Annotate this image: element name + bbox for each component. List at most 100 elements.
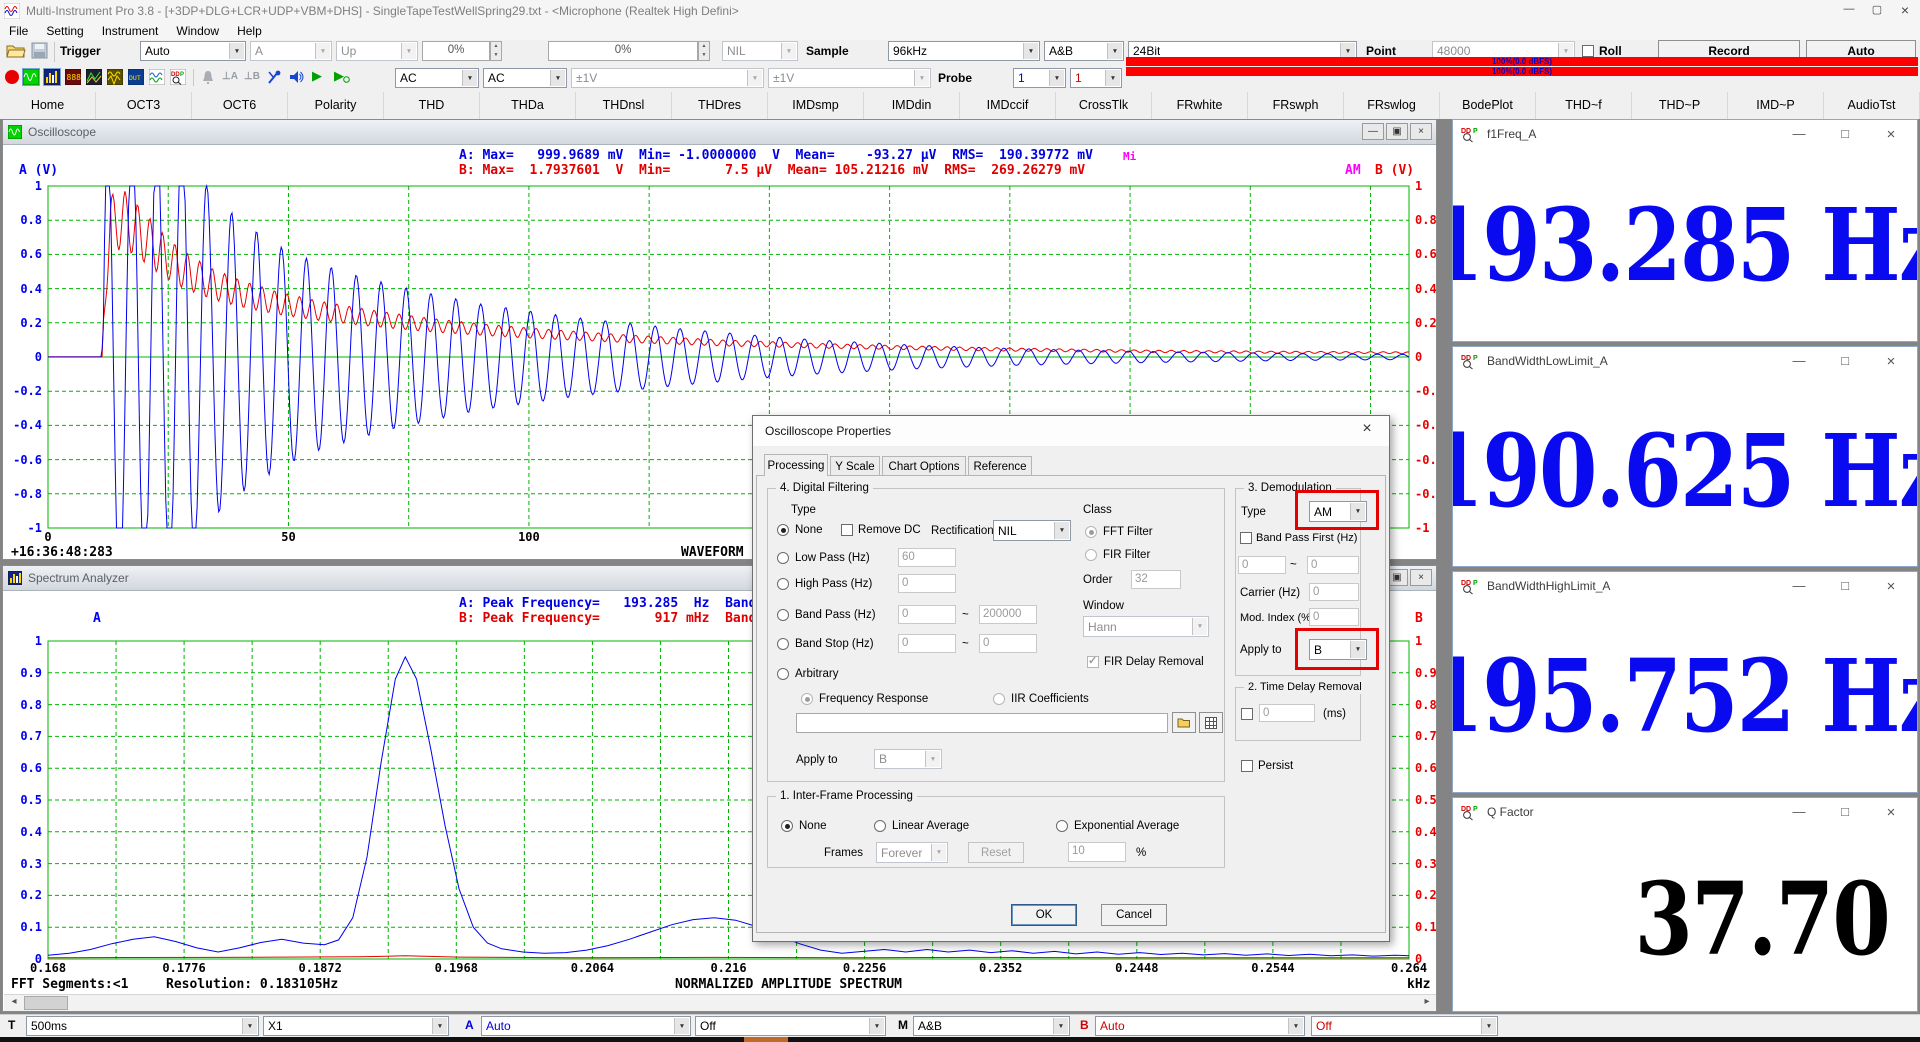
tab-frswph[interactable]: FRswph bbox=[1248, 92, 1344, 119]
tab-imd~p[interactable]: IMD~P bbox=[1728, 92, 1824, 119]
sample-channels-combo[interactable]: A&B bbox=[1044, 41, 1124, 61]
tab-imdccif[interactable]: IMDccif bbox=[960, 92, 1056, 119]
tab-oct6[interactable]: OCT6 bbox=[192, 92, 288, 119]
maximize-icon[interactable]: ▢ bbox=[1864, 3, 1890, 16]
spectrum-3d-icon[interactable] bbox=[86, 69, 102, 85]
ddp-panel-titlebar[interactable]: DDPBandWidthLowLimit_A—□× bbox=[1453, 347, 1917, 375]
df-none-radio[interactable] bbox=[777, 524, 789, 536]
panel-minimize-icon[interactable]: — bbox=[1789, 353, 1809, 368]
if-exponential-radio[interactable] bbox=[1056, 820, 1068, 832]
df-band-stop-to-field[interactable]: 0 bbox=[979, 634, 1037, 653]
menu-item-window[interactable]: Window bbox=[167, 22, 228, 40]
panel-close-icon[interactable]: × bbox=[1881, 126, 1901, 143]
panel-minimize-icon[interactable]: — bbox=[1789, 804, 1809, 819]
tab-frwhite[interactable]: FRwhite bbox=[1152, 92, 1248, 119]
coupling-b-combo[interactable]: AC bbox=[483, 68, 567, 88]
coupling-a-combo[interactable]: AC bbox=[395, 68, 479, 88]
calibration-icon[interactable] bbox=[266, 69, 282, 85]
measure-channels-combo[interactable]: A&B bbox=[913, 1016, 1070, 1036]
scroll-left-icon[interactable]: ◂ bbox=[6, 996, 22, 1011]
tab-thd~p[interactable]: THD~P bbox=[1632, 92, 1728, 119]
timebase-combo[interactable]: 500ms bbox=[26, 1016, 259, 1036]
derived-dp-icon[interactable] bbox=[149, 69, 165, 85]
channel-b-processing-combo[interactable]: Off bbox=[1311, 1016, 1498, 1036]
panel-maximize-icon[interactable]: □ bbox=[1835, 353, 1855, 368]
time-delay-checkbox[interactable] bbox=[1241, 708, 1253, 720]
speaker-icon[interactable] bbox=[288, 69, 304, 85]
df-band-pass-to-field[interactable]: 200000 bbox=[979, 605, 1037, 624]
df-rectification-combo[interactable]: NIL bbox=[993, 520, 1071, 541]
menu-item-file[interactable]: File bbox=[0, 22, 37, 40]
panel-maximize-icon[interactable]: □ bbox=[1835, 578, 1855, 593]
if-frames-combo[interactable]: Forever bbox=[876, 842, 948, 863]
dialog-tab-processing[interactable]: Processing bbox=[764, 454, 828, 476]
dialog-tab-reference[interactable]: Reference bbox=[968, 456, 1032, 476]
df-band-pass-from-field[interactable]: 0 bbox=[898, 605, 956, 624]
df-remove-dc-checkbox[interactable] bbox=[841, 524, 853, 536]
oscilloscope-close-icon[interactable]: × bbox=[1410, 123, 1432, 140]
dialog-titlebar[interactable]: Oscilloscope Properties × bbox=[753, 416, 1389, 446]
demod-carrier-field[interactable]: 0 bbox=[1309, 583, 1359, 601]
ddp-panel-titlebar[interactable]: DDPf1Freq_A—□× bbox=[1453, 120, 1917, 148]
demod-band-pass-first-checkbox[interactable] bbox=[1240, 532, 1252, 544]
oscilloscope-restore-icon[interactable]: ▣ bbox=[1386, 123, 1408, 140]
panel-maximize-icon[interactable]: □ bbox=[1835, 126, 1855, 141]
trigger-level-spin-buttons[interactable]: ▲▼ bbox=[490, 41, 502, 61]
oscilloscope-titlebar[interactable]: Oscilloscope — ▣ × bbox=[3, 120, 1436, 145]
trigger-hpf-combo[interactable]: NIL bbox=[722, 41, 798, 61]
channel-a-mode-combo[interactable]: Auto bbox=[481, 1016, 691, 1036]
tab-imdsmp[interactable]: IMDsmp bbox=[768, 92, 864, 119]
panel-close-icon[interactable]: × bbox=[1881, 804, 1901, 821]
df-band-stop-radio[interactable] bbox=[777, 638, 789, 650]
spectrum-h-scrollbar[interactable]: ◂ ▸ bbox=[4, 994, 1437, 1012]
dialog-tab-chart-options[interactable]: Chart Options bbox=[882, 456, 966, 476]
demod-mod-index-field[interactable]: 0 bbox=[1309, 608, 1359, 626]
dut-icon[interactable]: DUT bbox=[128, 69, 144, 85]
dialog-tab-y-scale[interactable]: Y Scale bbox=[830, 456, 880, 476]
df-apply-to-combo[interactable]: B bbox=[874, 749, 942, 769]
bell-icon[interactable] bbox=[200, 69, 216, 85]
probe-b-combo[interactable]: 1 bbox=[1070, 68, 1122, 88]
df-high-pass-field[interactable]: 0 bbox=[898, 574, 956, 593]
menu-item-instrument[interactable]: Instrument bbox=[93, 22, 168, 40]
mute-a-icon[interactable]: ⊥A bbox=[222, 71, 238, 82]
scroll-thumb[interactable] bbox=[24, 996, 68, 1010]
df-low-pass-field[interactable]: 60 bbox=[898, 548, 956, 567]
minimize-icon[interactable]: — bbox=[1836, 3, 1862, 15]
tab-oct3[interactable]: OCT3 bbox=[96, 92, 192, 119]
play-loop-icon[interactable]: ▶ bbox=[334, 68, 344, 84]
probe-a-combo[interactable]: 1 bbox=[1013, 68, 1066, 88]
spectrum-analyzer-icon[interactable] bbox=[44, 69, 60, 85]
if-linear-radio[interactable] bbox=[874, 820, 886, 832]
df-arbitrary-radio[interactable] bbox=[777, 668, 789, 680]
open-file-icon[interactable] bbox=[6, 42, 26, 64]
df-order-field[interactable]: 32 bbox=[1131, 570, 1181, 589]
persist-checkbox[interactable] bbox=[1241, 760, 1253, 772]
signal-generator-icon[interactable] bbox=[107, 69, 123, 85]
multimeter-icon[interactable]: 888 bbox=[65, 69, 81, 85]
if-reset-button[interactable]: Reset bbox=[968, 842, 1024, 863]
panel-close-icon[interactable]: × bbox=[1881, 578, 1901, 595]
menu-item-help[interactable]: Help bbox=[228, 22, 271, 40]
play-icon[interactable]: ▶ bbox=[312, 68, 322, 84]
ddp-viewer-icon[interactable]: DDP bbox=[170, 69, 186, 85]
df-low-pass-radio[interactable] bbox=[777, 552, 789, 564]
tab-frswlog[interactable]: FRswlog bbox=[1344, 92, 1440, 119]
if-none-radio[interactable] bbox=[781, 820, 793, 832]
df-band-pass-radio[interactable] bbox=[777, 609, 789, 621]
time-delay-field[interactable]: 0 bbox=[1259, 704, 1315, 722]
fft-zoom-combo[interactable]: X1 bbox=[263, 1016, 449, 1036]
pre-trigger-spin-buttons[interactable]: ▲▼ bbox=[698, 41, 710, 61]
menu-item-setting[interactable]: Setting bbox=[37, 22, 92, 40]
df-freq-response-radio[interactable] bbox=[801, 693, 813, 705]
trigger-edge-combo[interactable]: Up bbox=[336, 41, 418, 61]
trigger-mode-combo[interactable]: Auto bbox=[140, 41, 246, 61]
mute-b-icon[interactable]: ⊥B bbox=[244, 71, 260, 82]
roll-checkbox[interactable] bbox=[1582, 45, 1594, 57]
panel-minimize-icon[interactable]: — bbox=[1789, 126, 1809, 141]
channel-b-mode-combo[interactable]: Auto bbox=[1095, 1016, 1305, 1036]
ok-button[interactable]: OK bbox=[1011, 904, 1077, 926]
cancel-button[interactable]: Cancel bbox=[1101, 904, 1167, 926]
sample-rate-combo[interactable]: 96kHz bbox=[888, 41, 1040, 61]
panel-minimize-icon[interactable]: — bbox=[1789, 578, 1809, 593]
